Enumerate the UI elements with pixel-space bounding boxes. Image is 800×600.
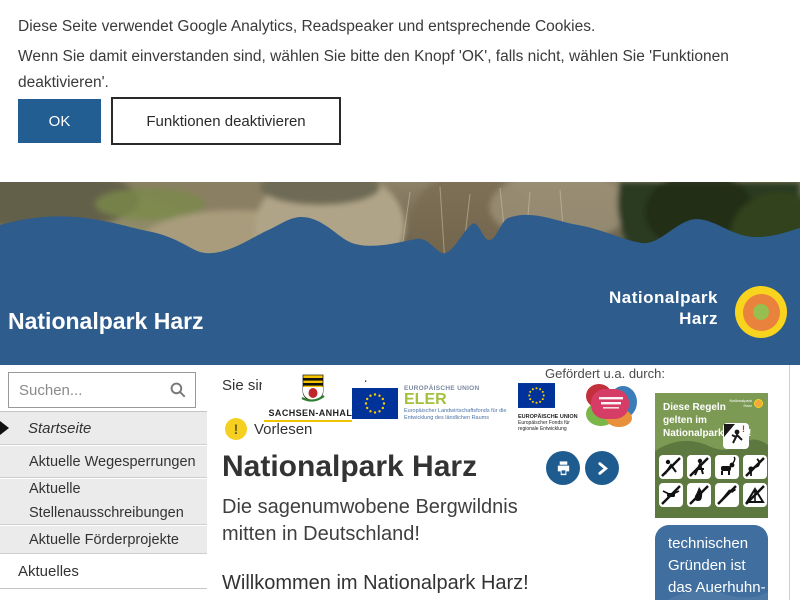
eler-title: ELER	[404, 392, 524, 408]
cookie-ok-button[interactable]: OK	[18, 99, 101, 143]
no-fire-icon	[687, 483, 711, 507]
next-arrow-button[interactable]	[585, 451, 619, 485]
eler-subtitle: Europäischer Landwirtschaftsfonds für di…	[404, 408, 524, 422]
svg-text:!: !	[742, 424, 745, 434]
eu-flag-icon	[518, 383, 555, 408]
sidebar-item-aktuelle-wegesperrungen[interactable]: Aktuelle Wegesperrungen	[0, 446, 207, 478]
search-icon[interactable]	[169, 381, 187, 399]
scrollbar-track[interactable]	[789, 365, 790, 600]
sidebar-item-aktuelles[interactable]: Aktuelles	[0, 555, 207, 587]
cookie-text-line2: Wenn Sie damit einverstanden sind, wähle…	[18, 44, 729, 70]
sidebar-divider	[0, 588, 207, 589]
no-drones-icon	[659, 483, 683, 507]
sachsen-anhalt-caption: SACHSEN-ANHALT	[262, 408, 364, 418]
print-button[interactable]	[546, 451, 580, 485]
teaser-text: technischen Gründen ist das Auerhuhn-Sch…	[668, 533, 768, 600]
page: Diese Seite verwendet Google Analytics, …	[0, 0, 800, 600]
readspeaker-label[interactable]: Vorlesen	[254, 421, 312, 438]
page-subtitle: Die sagenumwobene Bergwildnis mitten in …	[222, 494, 542, 548]
no-digging-icon	[715, 483, 739, 507]
rules-poster[interactable]: Diese Regeln gelten im Nationalpark Harz…	[655, 393, 768, 518]
cookie-text-line1: Diese Seite verwendet Google Analytics, …	[18, 14, 595, 40]
news-teaser-box[interactable]: technischen Gründen ist das Auerhuhn-Sch…	[655, 525, 768, 600]
sidebar-item-startseite[interactable]: Startseite	[0, 412, 207, 445]
no-plant-picking-icon	[659, 455, 683, 479]
efre-logo: EUROPÄISCHE UNION Europäischer Fonds für…	[518, 383, 588, 427]
no-flower-picking-icon	[743, 455, 767, 479]
cookie-decline-button[interactable]: Funktionen deaktivieren	[111, 97, 341, 145]
no-camping-icon	[743, 483, 767, 507]
eu-flag-icon	[352, 388, 398, 419]
sachsen-anhalt-crest-icon	[300, 374, 326, 402]
welcome-text: Willkommen im Nationalpark Harz!	[222, 572, 529, 595]
niedersachsen-logo-icon	[583, 382, 639, 428]
sachsen-anhalt-logo: SACHSEN-ANHALT	[262, 373, 364, 420]
no-off-trail-walking-icon	[687, 455, 711, 479]
eler-logo: EUROPÄISCHE UNION ELER Europäischer Land…	[352, 382, 532, 427]
cookie-text-line3: deaktivieren'.	[18, 70, 109, 96]
site-title: Nationalpark Harz	[8, 308, 204, 335]
active-item-arrow-icon	[0, 421, 9, 435]
sidebar-item-aktuelle-foerderprojekte[interactable]: Aktuelle Förderprojekte	[0, 526, 207, 554]
dog-on-leash-icon	[715, 455, 739, 479]
header-hero-image	[0, 182, 800, 365]
printer-icon	[555, 460, 572, 477]
poster-mini-logo: Nationalpark Harz	[730, 398, 763, 408]
poster-logo-dot-icon	[754, 399, 763, 408]
chevron-right-icon	[596, 462, 609, 475]
nationalpark-harz-logo-icon[interactable]	[735, 286, 787, 338]
readspeaker-icon[interactable]: !	[225, 418, 247, 440]
search-input[interactable]	[8, 372, 196, 408]
header-logo-text: Nationalpark Harz	[609, 287, 718, 330]
efre-subtitle: Europäischer Fonds für regionale Entwick…	[518, 420, 582, 433]
funding-caption: Gefördert u.a. durch:	[545, 366, 665, 381]
page-title: Nationalpark Harz	[222, 450, 477, 484]
search-box	[8, 372, 196, 408]
sidebar-item-aktuelle-stellenausschreibungen[interactable]: Aktuelle Stellenausschreibungen	[0, 479, 207, 525]
climbing-warning-icon: !	[723, 423, 749, 449]
